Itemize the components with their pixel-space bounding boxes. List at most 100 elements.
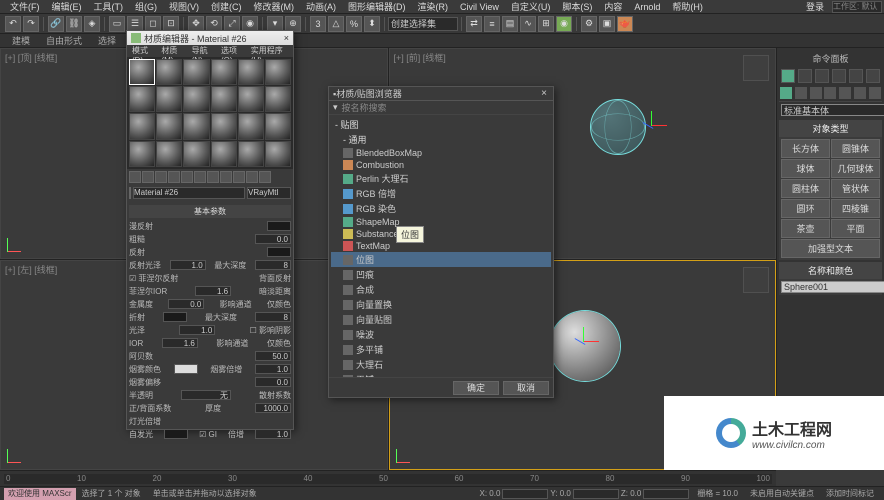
coord-z-input[interactable] [643, 489, 689, 499]
workspace-dropdown[interactable] [832, 1, 882, 13]
map-item[interactable]: Substance [331, 228, 551, 240]
refr-depth-spinner[interactable]: 8 [255, 312, 291, 322]
fog-swatch[interactable] [174, 364, 198, 374]
mat-menu-material[interactable]: 材质(M) [161, 45, 185, 57]
dim-dist-label[interactable]: 暗淡距离 [259, 286, 291, 297]
map-item[interactable]: Combustion [331, 159, 551, 171]
prim-pyramid[interactable]: 四棱锥 [831, 199, 880, 218]
link-button[interactable]: 🔗 [48, 16, 64, 32]
self-mult-spinner[interactable]: 1.0 [255, 429, 291, 439]
map-item[interactable]: 凹痕 [331, 267, 551, 282]
material-editor-close[interactable]: × [284, 33, 289, 43]
selection-set-dropdown[interactable] [388, 17, 458, 31]
map-item[interactable]: BlendedBoxMap [331, 147, 551, 159]
select-button[interactable]: ▭ [109, 16, 125, 32]
material-slot[interactable] [211, 59, 237, 85]
map-item[interactable]: 多平铺 [331, 342, 551, 357]
browser-category-general[interactable]: - 通用 [331, 132, 551, 147]
material-slot[interactable] [211, 86, 237, 112]
menu-edit[interactable]: 编辑(E) [52, 0, 82, 13]
material-slot[interactable] [156, 59, 182, 85]
login-label[interactable]: 登录 [806, 0, 824, 13]
curve-editor-button[interactable]: ∿ [520, 16, 536, 32]
menu-grapheditor[interactable]: 图形编辑器(D) [348, 0, 406, 13]
menu-render[interactable]: 渲染(R) [418, 0, 449, 13]
motion-tab[interactable] [832, 69, 846, 83]
material-slot[interactable] [211, 141, 237, 167]
map-item[interactable]: 向量置换 [331, 297, 551, 312]
material-slot[interactable] [156, 141, 182, 167]
material-slot[interactable] [265, 86, 291, 112]
browser-category-maps[interactable]: - 贴图 [331, 117, 551, 132]
layer-button[interactable]: ▤ [502, 16, 518, 32]
map-item-bitmap[interactable]: 位图 [331, 252, 551, 267]
material-slot[interactable] [183, 59, 209, 85]
refr-gloss-spinner[interactable]: 1.0 [179, 325, 215, 335]
prim-sphere[interactable]: 球体 [781, 159, 830, 178]
mat-menu-options[interactable]: 选项(O) [221, 45, 245, 57]
browser-list[interactable]: - 贴图 - 通用 BlendedBoxMap Combustion Perli… [329, 115, 553, 377]
map-item[interactable]: 大理石 [331, 357, 551, 372]
self-swatch[interactable] [164, 429, 188, 439]
space-warps-icon[interactable] [854, 87, 866, 99]
material-slot[interactable] [238, 113, 264, 139]
material-id-button[interactable] [207, 171, 219, 183]
thick-spinner[interactable]: 1000.0 [255, 403, 291, 413]
object-name-input[interactable] [781, 281, 884, 293]
menu-customize[interactable]: 自定义(U) [511, 0, 551, 13]
menu-arnold[interactable]: Arnold [634, 2, 660, 12]
put-to-scene-button[interactable] [142, 171, 154, 183]
menu-content[interactable]: 内容 [604, 0, 622, 13]
viewcube[interactable] [743, 55, 769, 81]
subcategory-dropdown[interactable] [781, 104, 884, 116]
ribbon-modeling[interactable]: 建模 [12, 34, 30, 47]
mat-menu-util[interactable]: 实用程序(U) [251, 45, 288, 57]
material-slot[interactable] [183, 113, 209, 139]
cameras-icon[interactable] [824, 87, 836, 99]
fresnel-ior-spinner[interactable]: 1.6 [195, 286, 231, 296]
menu-view[interactable]: 视图(V) [169, 0, 199, 13]
max-depth-spinner[interactable]: 8 [255, 260, 291, 270]
material-slot[interactable] [265, 59, 291, 85]
map-item[interactable]: 合成 [331, 282, 551, 297]
metal-spinner[interactable]: 0.0 [168, 299, 204, 309]
shapes-icon[interactable] [795, 87, 807, 99]
create-tab[interactable] [781, 69, 795, 83]
material-type-button[interactable] [247, 187, 291, 199]
bind-button[interactable]: ◈ [84, 16, 100, 32]
material-slot[interactable] [156, 113, 182, 139]
show-end-button[interactable] [233, 171, 245, 183]
material-slot[interactable] [238, 86, 264, 112]
menu-tools[interactable]: 工具(T) [94, 0, 124, 13]
hierarchy-tab[interactable] [815, 69, 829, 83]
maxscript-listener[interactable]: 欢迎使用 MAXScr [4, 488, 76, 500]
go-parent-button[interactable] [246, 171, 258, 183]
refl-swatch[interactable] [267, 247, 291, 257]
material-slot[interactable] [238, 59, 264, 85]
ior-spinner[interactable]: 1.6 [162, 338, 198, 348]
systems-icon[interactable] [869, 87, 881, 99]
material-slot[interactable] [265, 141, 291, 167]
material-slot[interactable] [183, 86, 209, 112]
fresnel-check[interactable]: ☑ 菲涅尔反射 [129, 273, 178, 284]
material-slot[interactable] [129, 86, 155, 112]
transform-gizmo[interactable] [636, 111, 666, 141]
angle-snap-button[interactable]: △ [328, 16, 344, 32]
map-item[interactable]: 向量贴图 [331, 312, 551, 327]
gi-check[interactable]: ☑ GI [199, 430, 217, 439]
reset-button[interactable] [168, 171, 180, 183]
menu-script[interactable]: 脚本(S) [562, 0, 592, 13]
timetag-button[interactable]: 添加时间标记 [826, 488, 874, 499]
menu-modifiers[interactable]: 修改器(M) [254, 0, 295, 13]
refl-gloss-spinner[interactable]: 1.0 [170, 260, 206, 270]
map-item[interactable]: Perlin 大理石 [331, 171, 551, 186]
prim-cylinder[interactable]: 圆柱体 [781, 179, 830, 198]
refr-swatch[interactable] [163, 312, 187, 322]
search-dropdown-icon[interactable]: ▾ [333, 102, 338, 113]
material-slot[interactable] [129, 113, 155, 139]
unlink-button[interactable]: ⛓ [66, 16, 82, 32]
object-type-header[interactable]: 对象类型 [779, 120, 882, 137]
fog-bias-spinner[interactable]: 1.0 [255, 364, 291, 374]
viewport-top-label[interactable]: [+] [顶] [线框] [5, 51, 57, 64]
lights-icon[interactable] [810, 87, 822, 99]
